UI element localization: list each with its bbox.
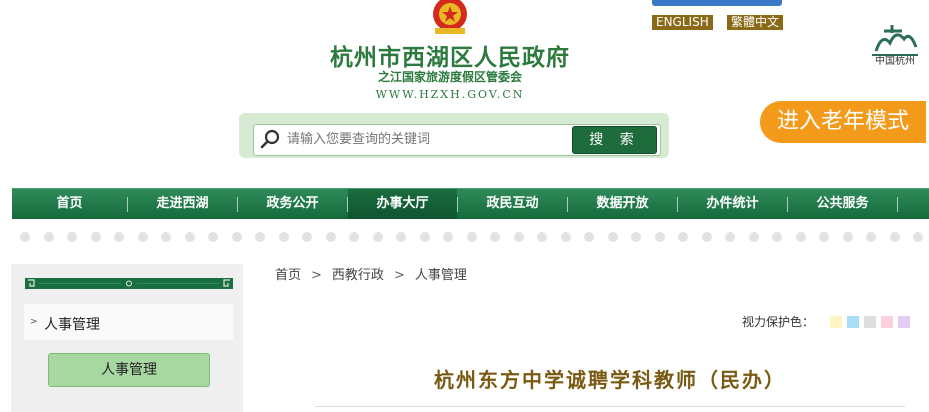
- decorative-dot: [302, 232, 312, 242]
- article-title: 杭州东方中学诚聘学科教师（民办）: [434, 368, 786, 392]
- decorative-dot: [231, 232, 242, 242]
- breadcrumb-current[interactable]: 人事管理: [415, 264, 467, 283]
- decorative-dot: [772, 232, 782, 242]
- decorative-dot: [701, 232, 712, 242]
- decorative-dot: [678, 232, 688, 242]
- vision-swatch-blue[interactable]: [847, 316, 859, 328]
- site-title: 杭州市西湖区人民政府: [330, 45, 570, 71]
- vision-swatch-purple[interactable]: [898, 316, 910, 328]
- decorative-dot: [842, 232, 853, 242]
- decorative-dot: [278, 232, 289, 242]
- elder-mode-button[interactable]: 进入老年模式: [760, 101, 926, 143]
- sidebar-item-label[interactable]: 人事管理: [44, 314, 100, 334]
- nav-item-open-data[interactable]: 数据开放: [568, 189, 677, 219]
- decorative-dot: [725, 232, 735, 242]
- nav-item-stats[interactable]: 办件统计: [678, 189, 787, 219]
- sidebar-sub-button[interactable]: 人事管理: [48, 353, 210, 387]
- decorative-dot: [795, 232, 806, 242]
- decorative-dot: [255, 232, 265, 242]
- decorative-dot: [513, 232, 524, 242]
- decorative-dot: [537, 232, 547, 242]
- decorative-dot: [913, 232, 923, 242]
- breadcrumb-separator: >: [311, 268, 322, 283]
- decorative-dot-row: [20, 232, 929, 244]
- top-utility-bar: [652, 0, 782, 6]
- decorative-dot: [607, 232, 618, 242]
- search-button[interactable]: 搜 索: [572, 126, 657, 154]
- nav-item-home[interactable]: 首页: [12, 189, 127, 219]
- decorative-dot: [161, 232, 171, 242]
- site-subtitle: 之江国家旅游度假区管委会: [377, 70, 522, 84]
- decorative-dot: [325, 232, 336, 242]
- decorative-dot: [490, 232, 500, 242]
- decorative-dot: [889, 232, 900, 242]
- decorative-dot: [349, 232, 359, 242]
- nav-item-service-hall[interactable]: 办事大厅: [348, 189, 457, 219]
- decorative-dot: [184, 232, 195, 242]
- site-url: WWW.HZXH.GOV.CN: [375, 88, 525, 101]
- vision-color-label: 视力保护色：: [742, 315, 815, 329]
- decorative-dot: [137, 232, 148, 242]
- vision-swatch-pink[interactable]: [881, 316, 893, 328]
- decorative-dot: [819, 232, 829, 242]
- decorative-dot: [208, 232, 218, 242]
- sidebar-header-ornament: [25, 278, 233, 289]
- english-link[interactable]: ENGLISH: [652, 15, 713, 30]
- decorative-dot: [631, 232, 641, 242]
- vision-swatch-yellow[interactable]: [830, 316, 842, 328]
- decorative-dot: [90, 232, 101, 242]
- breadcrumb: 首页 > 西教行政 > 人事管理: [275, 264, 467, 283]
- decorative-dot: [443, 232, 453, 242]
- chevron-right-icon: >: [30, 317, 38, 327]
- decorative-dot: [20, 232, 30, 242]
- decorative-dot: [114, 232, 124, 242]
- national-emblem-icon: [433, 0, 467, 34]
- search-icon: [260, 129, 280, 149]
- nav-divider: [897, 197, 898, 212]
- nav-item-about-xihu[interactable]: 走进西湖: [128, 189, 237, 219]
- breadcrumb-home[interactable]: 首页: [275, 264, 301, 283]
- decorative-dot: [396, 232, 406, 242]
- decorative-dot: [584, 232, 594, 242]
- search-input[interactable]: [287, 126, 567, 152]
- main-nav: 首页 走进西湖 政务公开 办事大厅 政民互动 数据开放 办件统计 公共服务: [12, 188, 929, 219]
- decorative-dot: [654, 232, 665, 242]
- traditional-chinese-link[interactable]: 繁體中文: [727, 15, 784, 30]
- nav-item-interaction[interactable]: 政民互动: [458, 189, 567, 219]
- decorative-dot: [466, 232, 477, 242]
- breadcrumb-section[interactable]: 西教行政: [332, 264, 384, 283]
- decorative-dot: [67, 232, 77, 242]
- breadcrumb-separator: >: [393, 268, 405, 283]
- nav-item-public-service[interactable]: 公共服务: [788, 189, 897, 219]
- vision-swatch-gray[interactable]: [864, 316, 876, 328]
- title-divider: [315, 406, 905, 407]
- decorative-dot: [560, 232, 571, 242]
- decorative-dot: [748, 232, 759, 242]
- city-logo-text: 中国杭州: [875, 56, 915, 67]
- decorative-dot: [43, 232, 54, 242]
- nav-item-gov-affairs[interactable]: 政务公开: [238, 189, 347, 219]
- decorative-dot: [419, 232, 430, 242]
- decorative-dot: [372, 232, 383, 242]
- decorative-dot: [866, 232, 876, 242]
